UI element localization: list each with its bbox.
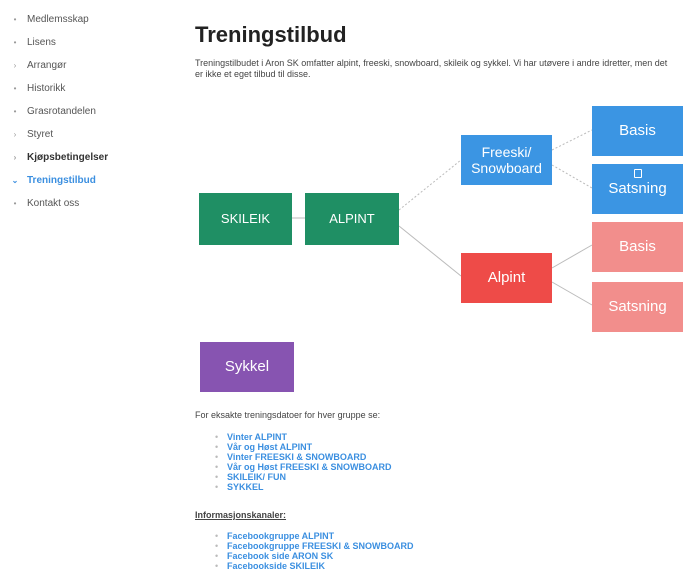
schedule-link[interactable]: Vinter ALPINT (215, 432, 392, 442)
node-basis-alpint[interactable]: Basis (592, 222, 683, 272)
node-label: Alpint (487, 269, 526, 286)
schedule-link-list: Vinter ALPINT Vår og Høst ALPINT Vinter … (215, 432, 392, 492)
node-alpint[interactable]: Alpint (461, 253, 552, 303)
node-label: SKILEIK (220, 211, 271, 226)
channels-heading: Informasjonskanaler: (195, 510, 287, 520)
node-satsning-freeski[interactable]: Satsning (592, 164, 683, 214)
channels-link-list: Facebookgruppe ALPINT Facebookgruppe FRE… (215, 531, 414, 571)
training-diagram: SKILEIK ALPINT Freeski/ Snowboard Alpint… (0, 0, 683, 400)
schedule-link[interactable]: SKILEIK/ FUN (215, 472, 392, 482)
node-label: Satsning (608, 298, 667, 315)
node-freeski-snowboard[interactable]: Freeski/ Snowboard (461, 135, 552, 185)
lock-icon (633, 169, 642, 178)
schedule-lead-text: For eksakte treningsdatoer for hver grup… (195, 410, 381, 420)
connector-line (398, 159, 462, 211)
schedule-link[interactable]: Vinter FREESKI & SNOWBOARD (215, 452, 392, 462)
schedule-link[interactable]: SYKKEL (215, 482, 392, 492)
node-sykkel[interactable]: Sykkel (200, 342, 294, 392)
channel-link[interactable]: Facebook side ARON SK (215, 551, 414, 561)
schedule-link[interactable]: Vår og Høst ALPINT (215, 442, 392, 452)
node-satsning-alpint[interactable]: Satsning (592, 282, 683, 332)
node-label: Satsning (608, 180, 667, 197)
channel-link[interactable]: Facebookgruppe FREESKI & SNOWBOARD (215, 541, 414, 551)
node-label: Basis (619, 238, 656, 255)
connector-line (551, 164, 593, 189)
node-skileik[interactable]: SKILEIK (199, 193, 292, 245)
connector-line (551, 244, 593, 269)
schedule-link[interactable]: Vår og Høst FREESKI & SNOWBOARD (215, 462, 392, 472)
connector-line (551, 129, 593, 151)
channel-link[interactable]: Facebookside SKILEIK (215, 561, 414, 571)
connector-line (551, 281, 593, 306)
channel-link[interactable]: Facebookgruppe ALPINT (215, 531, 414, 541)
node-label: Freeski/ Snowboard (471, 144, 542, 176)
node-alpint-upper[interactable]: ALPINT (305, 193, 399, 245)
node-label: Sykkel (224, 358, 270, 375)
node-label: Basis (619, 122, 656, 139)
node-label: ALPINT (329, 211, 375, 226)
node-basis-freeski[interactable]: Basis (592, 106, 683, 156)
connector-line (398, 225, 462, 277)
